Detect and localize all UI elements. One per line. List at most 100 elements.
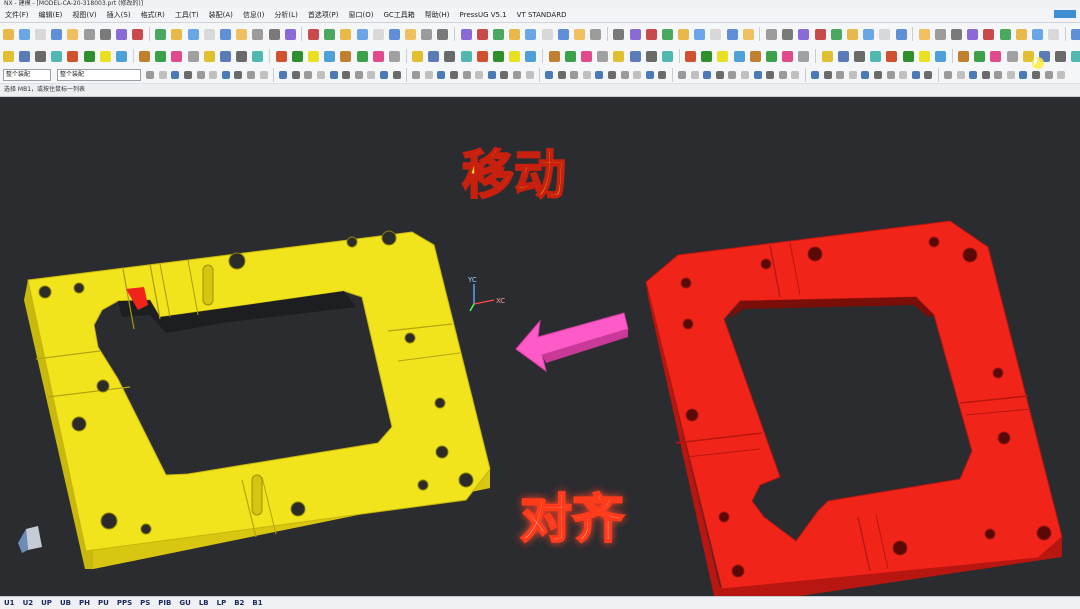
toolbar-tool-icon[interactable] [475, 71, 484, 79]
toolbar-tool-icon[interactable] [846, 28, 858, 40]
toolbar-tool-icon[interactable] [449, 71, 458, 79]
toolbar-tool-icon[interactable] [918, 50, 930, 62]
toolbar-tool-icon[interactable] [645, 28, 657, 40]
toolbar-tool-icon[interactable] [203, 28, 215, 40]
toolbar-tool-icon[interactable] [132, 28, 144, 40]
toolbar-tool-icon[interactable] [821, 50, 833, 62]
toolbar-tool-icon[interactable] [733, 50, 745, 62]
menu-gc-toolkit[interactable]: GC工具箱 [378, 8, 419, 22]
toolbar-tool-icon[interactable] [837, 50, 849, 62]
toolbar-tool-icon[interactable] [810, 71, 819, 79]
toolbar-tool-icon[interactable] [791, 71, 800, 79]
toolbar-tool-icon[interactable] [742, 28, 754, 40]
toolbar-tool-icon[interactable] [460, 28, 472, 40]
toolbar-tool-icon[interactable] [236, 28, 248, 40]
menu-vt-standard[interactable]: VT STANDARD [512, 8, 572, 22]
bottom-tool-lp[interactable]: LP [213, 599, 231, 607]
toolbar-tool-icon[interactable] [324, 50, 336, 62]
toolbar-tool-icon[interactable] [307, 50, 319, 62]
bottom-tool-pib[interactable]: PIB [154, 599, 175, 607]
toolbar-tool-icon[interactable] [1044, 71, 1053, 79]
toolbar-tool-icon[interactable] [570, 71, 579, 79]
toolbar-tool-icon[interactable] [155, 50, 167, 62]
toolbar-tool-icon[interactable] [512, 71, 521, 79]
menu-view[interactable]: 视图(V) [67, 8, 101, 22]
toolbar-tool-icon[interactable] [421, 28, 433, 40]
toolbar-tool-icon[interactable] [873, 71, 882, 79]
toolbar-tool-icon[interactable] [557, 28, 569, 40]
toolbar-tool-icon[interactable] [139, 50, 151, 62]
toolbar-tool-icon[interactable] [372, 28, 384, 40]
toolbar-tool-icon[interactable] [146, 71, 155, 79]
toolbar-tool-icon[interactable] [590, 28, 602, 40]
toolbar-tool-icon[interactable] [388, 28, 400, 40]
toolbar-tool-icon[interactable] [424, 71, 433, 79]
toolbar-tool-icon[interactable] [379, 71, 388, 79]
toolbar-tool-icon[interactable] [853, 50, 865, 62]
toolbar-tool-icon[interactable] [613, 50, 625, 62]
toolbar-tool-icon[interactable] [268, 28, 280, 40]
toolbar-tool-icon[interactable] [252, 50, 264, 62]
toolbar-tool-icon[interactable] [710, 28, 722, 40]
toolbar-tool-icon[interactable] [329, 71, 338, 79]
toolbar-tool-icon[interactable] [823, 71, 832, 79]
scope-combo[interactable]: 整个装配 [57, 69, 141, 81]
toolbar-tool-icon[interactable] [990, 50, 1002, 62]
bottom-tool-ps[interactable]: PS [136, 599, 154, 607]
toolbar-tool-icon[interactable] [726, 28, 738, 40]
toolbar-tool-icon[interactable] [500, 71, 509, 79]
toolbar-tool-icon[interactable] [895, 28, 907, 40]
toolbar-tool-icon[interactable] [99, 28, 111, 40]
menu-pressug[interactable]: PressUG V5.1 [455, 8, 512, 22]
bottom-tool-ub[interactable]: UB [56, 599, 75, 607]
toolbar-tool-icon[interactable] [493, 50, 505, 62]
toolbar-tool-icon[interactable] [573, 28, 585, 40]
toolbar-tool-icon[interactable] [1055, 50, 1067, 62]
toolbar-tool-icon[interactable] [613, 28, 625, 40]
toolbar-tool-icon[interactable] [247, 71, 256, 79]
toolbar-tool-icon[interactable] [902, 50, 914, 62]
toolbar-tool-icon[interactable] [252, 28, 264, 40]
toolbar-tool-icon[interactable] [340, 50, 352, 62]
toolbar-tool-icon[interactable] [969, 71, 978, 79]
toolbar-tool-icon[interactable] [548, 50, 560, 62]
toolbar-tool-icon[interactable] [658, 71, 667, 79]
toolbar-tool-icon[interactable] [608, 71, 617, 79]
menu-edit[interactable]: 编辑(E) [34, 8, 68, 22]
toolbar-tool-icon[interactable] [525, 50, 537, 62]
toolbar-tool-icon[interactable] [158, 71, 167, 79]
toolbar-tool-icon[interactable] [392, 71, 401, 79]
toolbar-tool-icon[interactable] [412, 50, 424, 62]
toolbar-tool-icon[interactable] [994, 71, 1003, 79]
toolbar-tool-icon[interactable] [1071, 28, 1080, 40]
toolbar-tool-icon[interactable] [493, 28, 505, 40]
toolbar-tool-icon[interactable] [870, 50, 882, 62]
toolbar-tool-icon[interactable] [1006, 71, 1015, 79]
toolbar-tool-icon[interactable] [863, 28, 875, 40]
toolbar-tool-icon[interactable] [115, 50, 127, 62]
toolbar-tool-icon[interactable] [782, 28, 794, 40]
toolbar-tool-icon[interactable] [830, 28, 842, 40]
menu-help[interactable]: 帮助(H) [420, 8, 455, 22]
toolbar-tool-icon[interactable] [886, 71, 895, 79]
toolbar-tool-icon[interactable] [428, 50, 440, 62]
toolbar-tool-icon[interactable] [943, 71, 952, 79]
toolbar-tool-icon[interactable] [918, 28, 930, 40]
toolbar-tool-icon[interactable] [685, 50, 697, 62]
toolbar-tool-icon[interactable] [476, 50, 488, 62]
toolbar-tool-icon[interactable] [582, 71, 591, 79]
toolbar-tool-icon[interactable] [661, 50, 673, 62]
toolbar-tool-icon[interactable] [557, 71, 566, 79]
toolbar-tool-icon[interactable] [171, 50, 183, 62]
toolbar-tool-icon[interactable] [291, 71, 300, 79]
toolbar-tool-icon[interactable] [741, 71, 750, 79]
toolbar-tool-icon[interactable] [924, 71, 933, 79]
toolbar-tool-icon[interactable] [437, 28, 449, 40]
toolbar-tool-icon[interactable] [911, 71, 920, 79]
snap-combo[interactable]: 整个装配 [3, 69, 51, 81]
toolbar-tool-icon[interactable] [83, 50, 95, 62]
toolbar-tool-icon[interactable] [372, 50, 384, 62]
toolbar-tool-icon[interactable] [886, 50, 898, 62]
yellow-mold-plate[interactable] [24, 230, 491, 569]
toolbar-tool-icon[interactable] [766, 28, 778, 40]
